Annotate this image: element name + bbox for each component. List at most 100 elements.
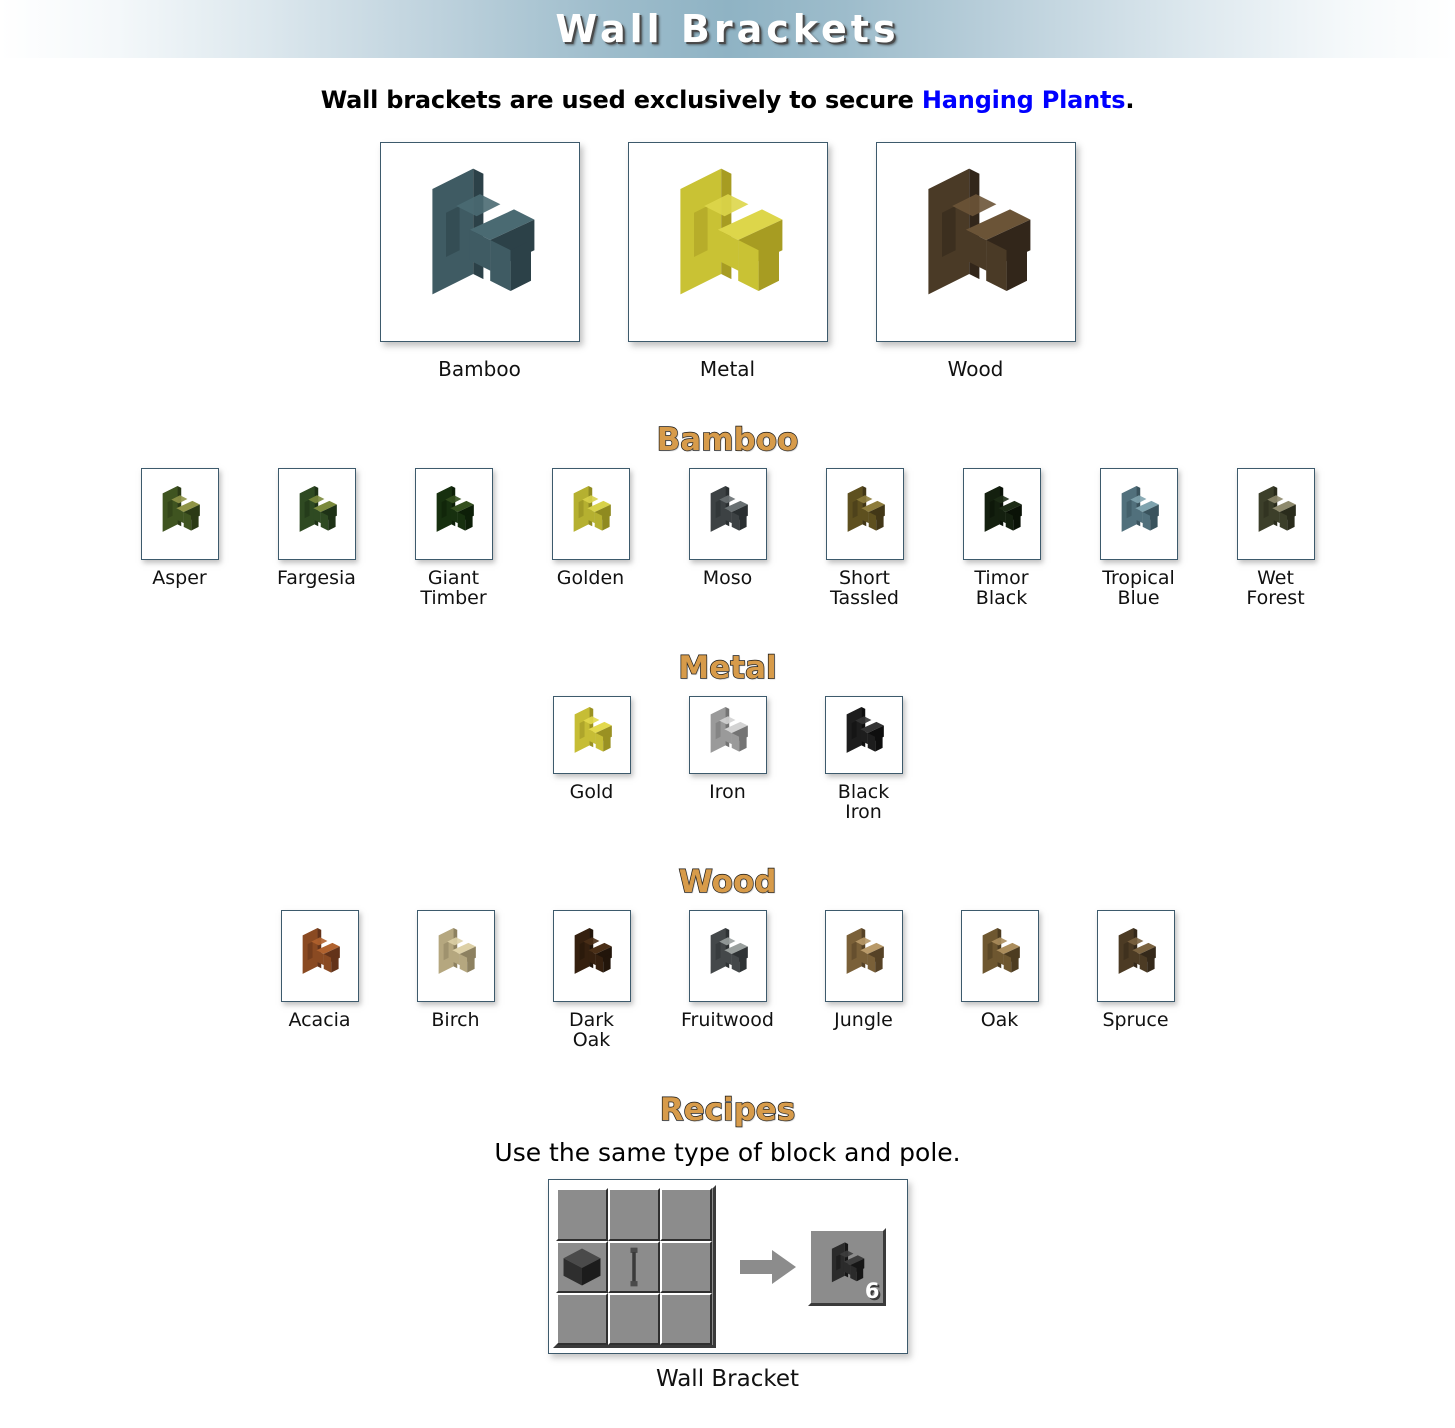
wall-bracket-icon (425, 923, 487, 989)
variant-label: Gold (569, 781, 614, 804)
craft-slot-r1c3[interactable] (660, 1188, 713, 1241)
hanging-plants-link[interactable]: Hanging Plants (922, 86, 1126, 114)
variant-label: Giant Timber (420, 567, 487, 609)
page-title: Wall Brackets (555, 7, 900, 51)
section-heading-recipes: Recipes (659, 1092, 796, 1129)
recipe-output-slot[interactable]: 6 (807, 1227, 886, 1306)
variant-tile[interactable] (552, 696, 631, 775)
variant-tile[interactable] (962, 468, 1041, 560)
variant-item[interactable]: Wet Forest (1233, 468, 1319, 608)
category-tile[interactable] (379, 142, 580, 342)
variant-tile[interactable] (1236, 468, 1315, 560)
page-banner: Wall Brackets (0, 0, 1455, 58)
variant-label: Dark Oak (568, 1009, 615, 1051)
variant-tile[interactable] (1096, 910, 1175, 1003)
variant-item[interactable]: Birch (413, 910, 499, 1031)
variant-label: Asper (152, 567, 207, 589)
variant-item[interactable]: Short Tassled (822, 468, 908, 608)
variant-item[interactable]: Oak (957, 910, 1043, 1031)
variant-label: Moso (702, 567, 753, 589)
variant-label: Acacia (288, 1009, 351, 1032)
variant-sections: Bamboo Asper Fargesia Giant Timber Golde… (0, 421, 1455, 1050)
pole-icon (627, 1245, 641, 1289)
variant-label: Oak (980, 1009, 1019, 1032)
craft-slot-r3c3[interactable] (660, 1293, 713, 1346)
section-heading-wood: Wood (678, 864, 777, 901)
variant-tile[interactable] (1099, 468, 1178, 560)
output-count: 6 (864, 1278, 880, 1303)
category-tile[interactable] (627, 142, 828, 342)
variant-tile[interactable] (280, 910, 359, 1003)
variant-tile[interactable] (552, 910, 631, 1003)
wall-bracket-icon (1245, 481, 1307, 547)
craft-slot-r3c1[interactable] (555, 1293, 608, 1346)
recipe-subtitle: Use the same type of block and pole. (494, 1138, 961, 1168)
wall-bracket-icon (286, 481, 348, 547)
variant-tile[interactable] (824, 696, 903, 775)
variant-item[interactable]: Fruitwood (681, 910, 774, 1031)
variant-tile[interactable] (414, 468, 493, 560)
variant-item[interactable]: Acacia (277, 910, 363, 1031)
variant-item[interactable]: Iron (685, 696, 771, 803)
variant-tile[interactable] (825, 468, 904, 560)
variant-item[interactable]: Moso (685, 468, 771, 589)
variant-label: Timor Black (974, 567, 1029, 609)
section-heading-bamboo: Bamboo (656, 421, 799, 458)
crafting-grid[interactable] (552, 1185, 716, 1349)
category-item[interactable]: Bamboo (377, 142, 583, 380)
craft-slot-r2c1[interactable] (555, 1240, 608, 1294)
variant-item[interactable]: Fargesia (274, 468, 360, 589)
variant-item[interactable]: Spruce (1093, 910, 1179, 1031)
item-row-metal: Gold Iron Black Iron (0, 696, 1455, 822)
block-icon (560, 1245, 604, 1289)
variant-tile[interactable] (416, 910, 495, 1003)
wall-bracket-icon (423, 481, 485, 547)
item-row-bamboo: Asper Fargesia Giant Timber Golden Moso … (0, 468, 1455, 608)
item-row-wood: Acacia Birch Dark Oak Fruitwood Jungle O… (0, 910, 1455, 1050)
variant-tile[interactable] (688, 468, 767, 560)
category-label: Wood (947, 357, 1004, 381)
variant-tile[interactable] (140, 468, 219, 560)
wall-bracket-icon (697, 481, 759, 547)
variant-tile[interactable] (277, 468, 356, 560)
wall-bracket-icon (833, 702, 895, 768)
craft-slot-r1c2[interactable] (607, 1188, 661, 1241)
wall-bracket-icon (289, 923, 351, 989)
variant-item[interactable]: Black Iron (821, 696, 907, 822)
category-item[interactable]: Metal (625, 142, 831, 380)
variant-label: Fruitwood (681, 1009, 774, 1032)
variant-item[interactable]: Golden (548, 468, 634, 589)
variant-item[interactable]: Dark Oak (549, 910, 635, 1050)
intro-text: Wall brackets are used exclusively to se… (0, 86, 1455, 114)
wall-bracket-icon (697, 923, 759, 989)
intro-text-before: Wall brackets are used exclusively to se… (320, 86, 922, 114)
wall-bracket-bamboo-icon (395, 155, 565, 329)
variant-item[interactable]: Gold (549, 696, 635, 803)
wall-bracket-icon (561, 702, 623, 768)
craft-slot-r2c3[interactable] (660, 1240, 713, 1294)
variant-item[interactable]: Tropical Blue (1096, 468, 1182, 608)
variant-item[interactable]: Giant Timber (411, 468, 497, 608)
variant-item[interactable]: Jungle (821, 910, 907, 1031)
variant-tile[interactable] (551, 468, 630, 560)
category-item[interactable]: Wood (873, 142, 1079, 380)
wall-bracket-wood-icon (891, 155, 1061, 329)
variant-item[interactable]: Timor Black (959, 468, 1045, 608)
wall-bracket-icon (697, 702, 759, 768)
craft-slot-r3c2[interactable] (607, 1293, 661, 1346)
wall-bracket-icon (969, 923, 1031, 989)
variant-tile[interactable] (688, 696, 767, 775)
category-row: Bamboo Metal Wood (0, 142, 1455, 380)
variant-tile[interactable] (824, 910, 903, 1003)
variant-tile[interactable] (960, 910, 1039, 1003)
variant-tile[interactable] (688, 910, 767, 1003)
recipe-output-label: Wall Bracket (655, 1366, 800, 1393)
variant-item[interactable]: Asper (137, 468, 223, 589)
variant-label: Fargesia (277, 567, 356, 589)
category-tile[interactable] (875, 142, 1076, 342)
wall-bracket-icon (561, 923, 623, 989)
craft-slot-r2c2[interactable] (607, 1240, 661, 1294)
craft-slot-r1c1[interactable] (555, 1188, 608, 1241)
category-label: Bamboo (438, 357, 521, 381)
recipe-block: 6 Wall Bracket (0, 1179, 1455, 1392)
